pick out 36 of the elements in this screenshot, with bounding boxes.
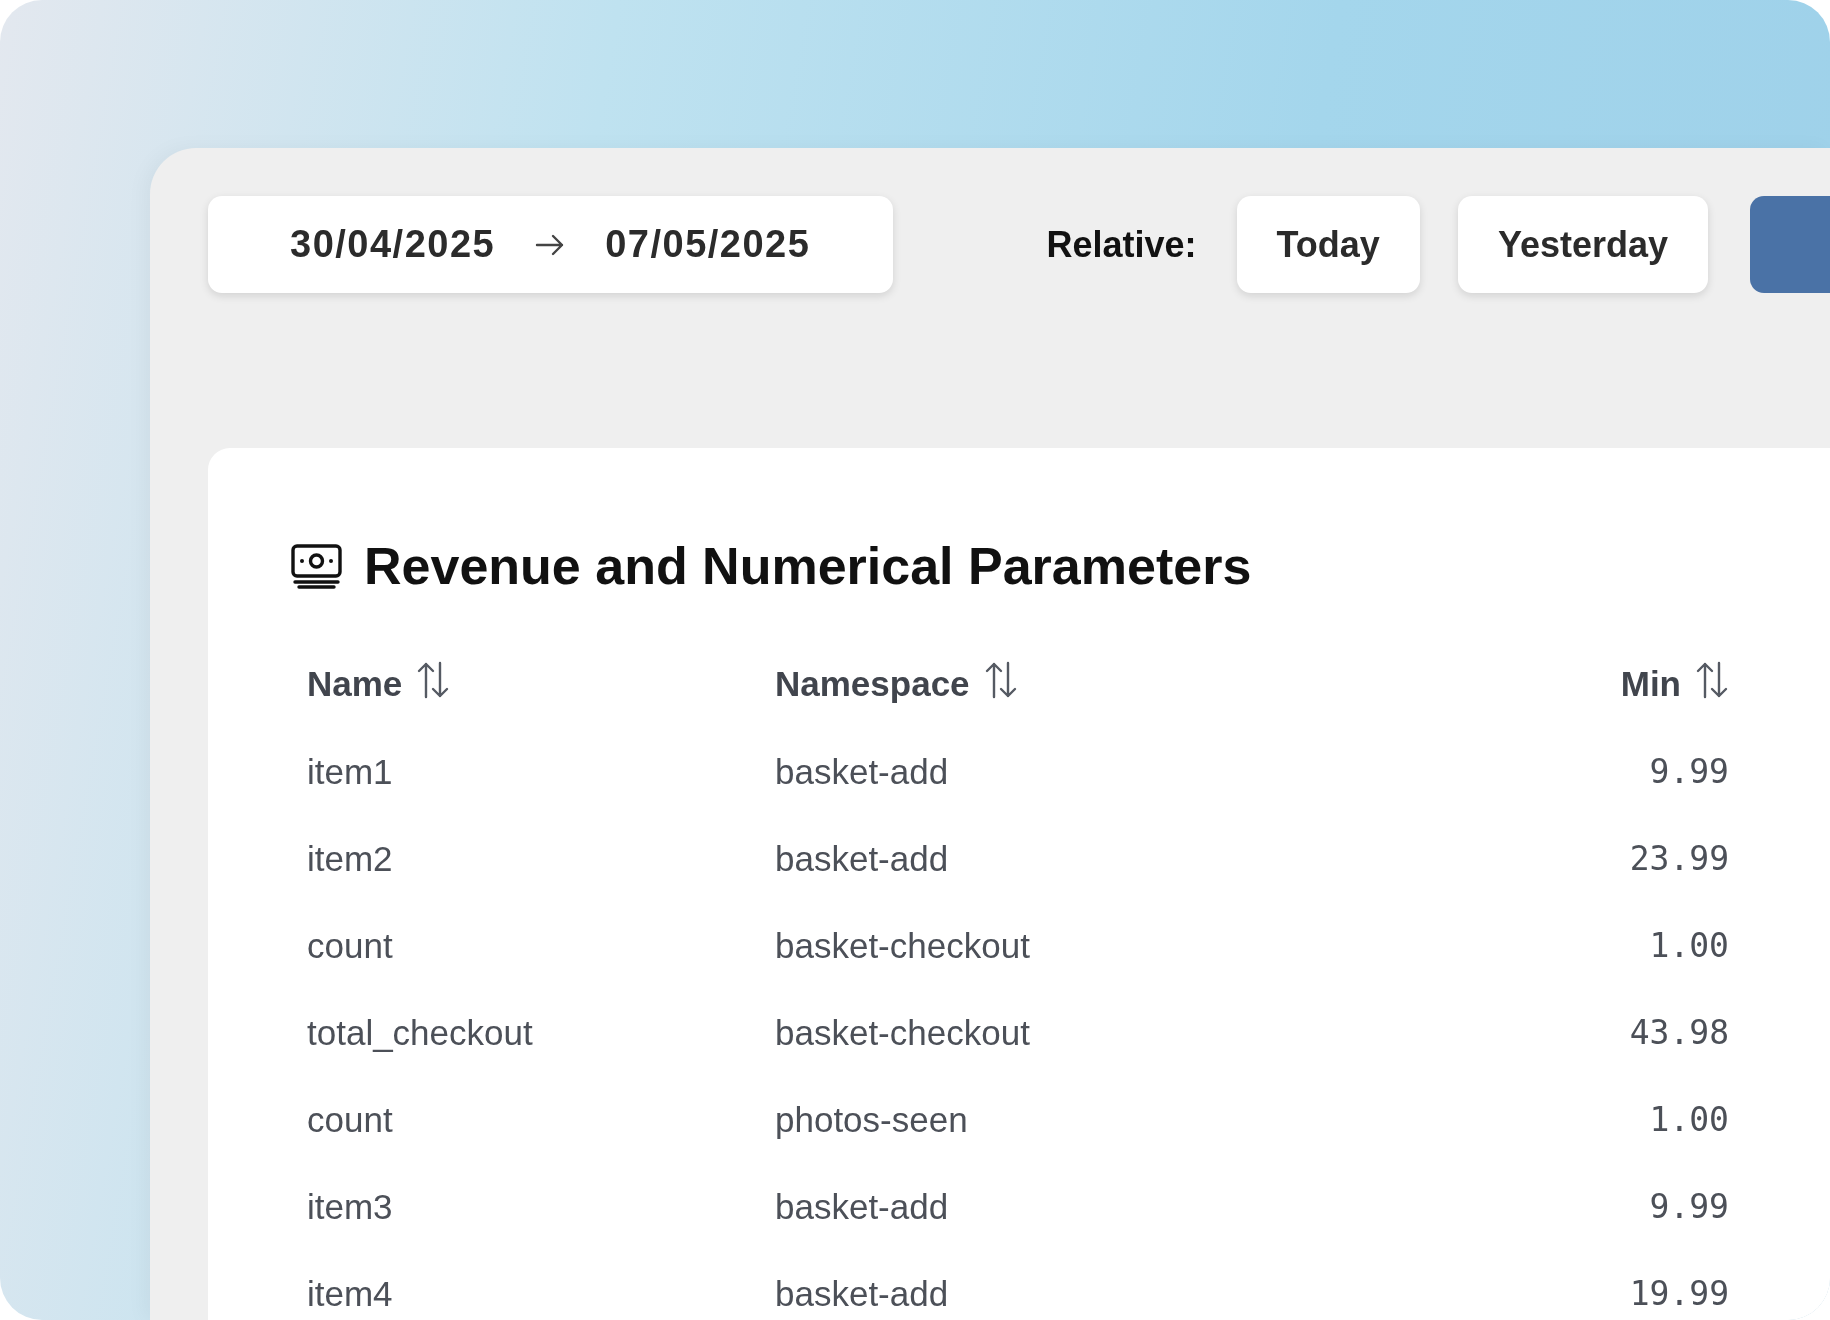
- banknote-icon: [290, 543, 344, 589]
- column-header[interactable]: Name: [307, 664, 403, 704]
- date-range-field[interactable]: 30/04/2025 07/05/2025: [208, 196, 894, 293]
- table-cell: item2: [307, 838, 393, 878]
- table-cell: basket-add: [775, 1186, 949, 1226]
- table-cell: 19.99: [1629, 1274, 1729, 1313]
- section-title: Revenue and Numerical Parameters: [364, 536, 1252, 596]
- table-cell: 1.00: [1649, 1100, 1729, 1139]
- table-cell: count: [307, 1099, 393, 1139]
- table-cell: photos-seen: [775, 1099, 968, 1139]
- end-date: 07/05/2025: [605, 223, 811, 266]
- table-cell: 43.98: [1629, 1013, 1729, 1052]
- table-cell: basket-checkout: [775, 1012, 1030, 1052]
- relative-option-button[interactable]: Today: [1236, 196, 1420, 293]
- start-date: 30/04/2025: [290, 223, 496, 266]
- table-cell: item1: [307, 751, 393, 791]
- table-cell: total_checkout: [307, 1012, 533, 1052]
- table-cell: basket-add: [775, 1273, 949, 1313]
- sort-icon[interactable]: [983, 661, 1018, 699]
- table-cell: item4: [307, 1273, 393, 1313]
- arrow-right-icon: [535, 233, 566, 256]
- table-cell: basket-checkout: [775, 925, 1030, 965]
- column-header[interactable]: Min: [1620, 664, 1681, 704]
- table-cell: 9.99: [1649, 1187, 1729, 1226]
- table-cell: basket-add: [775, 838, 949, 878]
- relative-option-button[interactable]: Yesterday: [1457, 196, 1708, 293]
- table-cell: 1.00: [1649, 926, 1729, 965]
- sort-icon[interactable]: [416, 661, 451, 699]
- table-cell: item3: [307, 1186, 393, 1226]
- table-cell: count: [307, 925, 393, 965]
- table-cell: 9.99: [1649, 752, 1729, 791]
- table-cell: basket-add: [775, 751, 949, 791]
- relative-label: Relative:: [1046, 223, 1197, 266]
- column-header[interactable]: Namespace: [775, 664, 970, 704]
- sort-icon[interactable]: [1695, 661, 1729, 699]
- table-cell: 23.99: [1629, 839, 1729, 878]
